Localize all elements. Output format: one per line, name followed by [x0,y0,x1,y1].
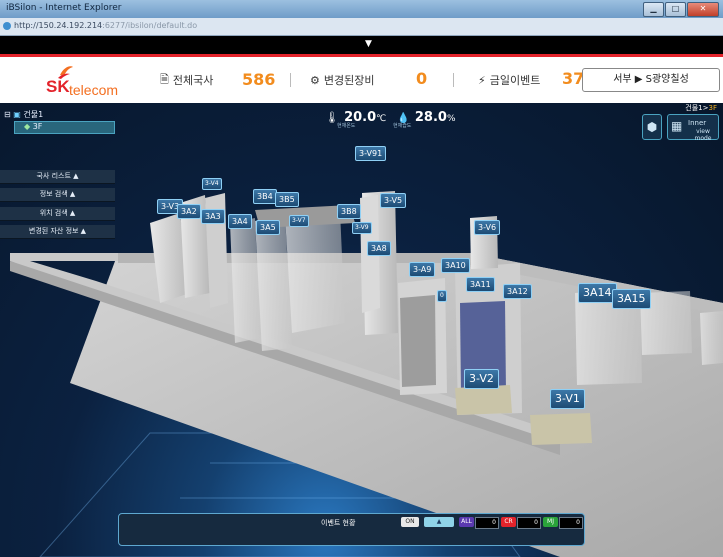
window-title: iBSilon - Internet Explorer [6,3,122,13]
stat-changed-equipment[interactable]: ⚙ 변경된장비 [310,70,374,90]
left-panel: ⊟ ▣ 건물1 ◆ 3F 국사 리스트 ▲ 정보 검색 ▲ 위치 검색 ▲ 변경… [0,103,117,243]
floor-icon: ◆ [24,122,31,131]
sk-telecom-logo: SK telecom [46,65,119,98]
globe-icon [3,22,11,30]
gear-icon: ⚙ [310,73,320,87]
rack-tag-3-a9[interactable]: 3-A9 [409,262,436,277]
app-header: SK telecom 🗎 전체국사 586 ⚙ 변경된장비 0 ⚡ 금일이벤트 … [0,57,723,103]
region-button[interactable]: 서부 ▶ S광양칠성 [582,68,720,92]
event-status-label: 이벤트 현황 [321,519,356,527]
tree-floor[interactable]: ◆ 3F [24,122,42,131]
humidity-value: 28.0 [414,110,447,125]
rack-tag-3a11[interactable]: 3A11 [466,277,495,292]
rack-tag-3a14[interactable]: 3A14 [578,283,617,303]
stat-label: 변경된장비 [323,74,375,87]
minimize-button[interactable]: ▁ [643,2,664,17]
rack-tag-3a8[interactable]: 3A8 [367,241,391,256]
rack-tag-3a4[interactable]: 3A4 [228,214,252,229]
breadcrumb: 건물1>3F [685,103,717,113]
floor-3d-view[interactable]: ⊟ ▣ 건물1 ◆ 3F 국사 리스트 ▲ 정보 검색 ▲ 위치 검색 ▲ 변경… [0,103,723,557]
breadcrumb-building[interactable]: 건물1 [685,104,702,112]
humidity-label: 현재습도 [393,123,412,129]
menu-office-list[interactable]: 국사 리스트 ▲ [0,170,115,184]
stat-value: 37 [562,69,585,88]
document-icon: 🗎 [160,72,169,86]
menu-info-search[interactable]: 정보 검색 ▲ [0,188,115,202]
menu-location-search[interactable]: 위치 검색 ▲ [0,207,115,221]
address-bar[interactable]: http://150.24.192.214:6277/ibsilon/defau… [0,18,723,36]
tree-building[interactable]: ⊟ ▣ 건물1 [4,109,43,120]
stat-value: 0 [416,69,428,88]
window-titlebar: iBSilon - Internet Explorer ▁ □ ✕ [0,0,723,18]
stat-total-offices[interactable]: 🗎 전체국사 [160,70,213,90]
divider [453,73,454,87]
rack-tag-3-v5[interactable]: 3-V5 [380,193,407,208]
close-button[interactable]: ✕ [687,2,719,17]
maximize-button[interactable]: □ [665,2,686,17]
rack-tag-0[interactable]: 0 [437,290,447,302]
rack-tag-3b5[interactable]: 3B5 [275,192,299,207]
event-cr-count: 0 [517,517,541,529]
rack-tag-3a3[interactable]: 3A3 [201,209,225,224]
url-text[interactable]: http://150.24.192.214:6277/ibsilon/defau… [14,21,197,30]
event-cr-badge[interactable]: CR [501,517,516,527]
collapse-arrow-icon[interactable]: ▼ [365,39,372,49]
humidity-unit: % [446,114,456,124]
rack-tag-3-v7[interactable]: 3-V7 [289,215,309,227]
building-icon: ▣ [13,110,21,119]
tree-building-label: 건물1 [23,110,44,119]
building-view-icon: ▦ [671,119,683,133]
event-on-toggle[interactable]: ON [401,517,419,527]
inner-view-mode-button[interactable]: ▦ Inner view mode [667,114,719,142]
lightning-icon: ⚡ [478,73,486,87]
cube-icon: ⬢ [646,120,658,134]
stat-today-events[interactable]: ⚡ 금일이벤트 [478,70,540,90]
rack-tag-3b4[interactable]: 3B4 [253,189,277,204]
event-all-count: 0 [475,517,499,529]
view-mode-label: view mode [694,128,712,142]
breadcrumb-floor[interactable]: 3F [709,104,717,112]
rack-tag-3a2[interactable]: 3A2 [177,204,201,219]
rack-tag-3a12[interactable]: 3A12 [503,284,532,299]
window-controls: ▁ □ ✕ [643,2,719,17]
menu-changed-assets[interactable]: 변경된 자산 정보 ▲ [0,225,115,239]
rack-tag-3-v9[interactable]: 3-V9 [352,222,372,234]
rack-tag-3-v6[interactable]: 3-V6 [474,220,501,235]
rack-tag-3-v4[interactable]: 3-V4 [202,178,222,190]
event-all-badge[interactable]: ALL [459,517,474,527]
url-path: :6277/ibsilon/default.do [102,21,198,30]
climate-readout: 🌡 20.0℃ 현재온도 💧 28.0% 현재습도 [325,106,456,129]
event-expand-button[interactable]: ▲ [424,517,454,527]
brand-sk: SK [46,77,70,96]
brand-telecom: telecom [69,82,119,98]
stat-label: 전체국사 [172,74,214,87]
event-mj-badge[interactable]: MJ [543,517,558,527]
inner-label: Inner [688,119,707,127]
rack-tag-3-v91[interactable]: 3-V91 [355,146,387,161]
rack-tag-3b8[interactable]: 3B8 [337,204,361,219]
rack-tag-3a10[interactable]: 3A10 [441,258,470,273]
divider [290,73,291,87]
event-status-bar: 이벤트 현황 ON ▲ ALL 0 CR 0 MJ 0 [118,513,585,546]
rack-tag-3a15[interactable]: 3A15 [612,289,651,309]
rack-tag-3-v2[interactable]: 3-V2 [464,369,499,389]
url-host: http://150.24.192.214 [14,21,103,30]
stat-value: 586 [242,69,276,89]
rack-tag-3a5[interactable]: 3A5 [256,220,280,235]
event-mj-count: 0 [559,517,583,529]
temperature-label: 현재온도 [337,123,356,129]
cube-view-button[interactable]: ⬢ [642,114,662,140]
tree-floor-label: 3F [32,122,43,131]
stat-label: 금일이벤트 [489,74,541,87]
temperature-unit: ℃ [376,114,387,124]
rack-tag-3-v1[interactable]: 3-V1 [550,389,585,409]
top-band: ▼ [0,36,723,57]
